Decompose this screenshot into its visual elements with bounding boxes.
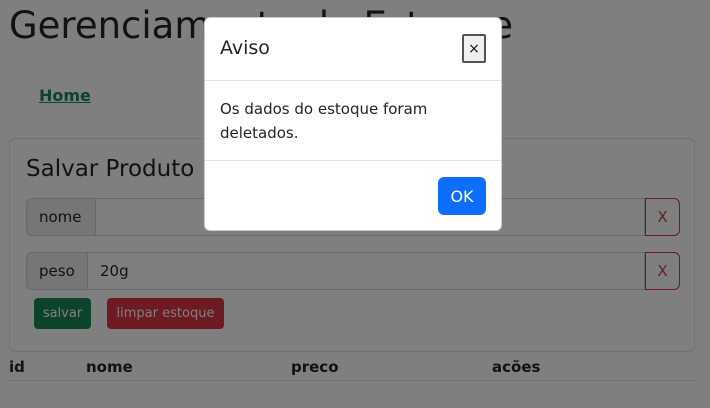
close-icon[interactable]: ×	[462, 34, 486, 63]
dialog-title: Aviso	[220, 37, 270, 59]
ok-button[interactable]: OK	[438, 177, 486, 215]
dialog-message: Os dados do estoque foram deletados.	[220, 100, 428, 142]
dialog-header: Aviso ×	[205, 18, 501, 81]
dialog-footer: OK	[205, 160, 501, 231]
notice-dialog: Aviso × Os dados do estoque foram deleta…	[204, 17, 502, 231]
